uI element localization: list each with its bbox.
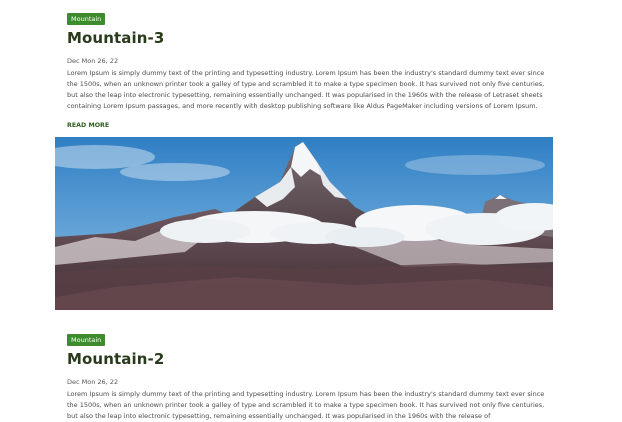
post-date: Dec Mon 26, 22 (67, 378, 119, 386)
post-title[interactable]: Mountain-3 (67, 28, 547, 48)
post-featured-image[interactable] (55, 137, 553, 310)
blog-post-mountain-2: Mountain Mountain-2 Dec Mon 26, 22 Lorem… (67, 327, 547, 422)
post-date: Dec Mon 26, 22 (67, 57, 119, 65)
blog-post-mountain-3: Mountain Mountain-3 Dec Mon 26, 22 Lorem… (67, 6, 547, 131)
post-excerpt: Lorem Ipsum is simply dummy text of the … (67, 390, 545, 420)
category-tag[interactable]: Mountain (67, 13, 106, 25)
read-more-link[interactable]: READ MORE (67, 122, 109, 130)
post-title[interactable]: Mountain-2 (67, 349, 547, 369)
post-excerpt: Lorem Ipsum is simply dummy text of the … (67, 69, 545, 110)
category-tag[interactable]: Mountain (67, 334, 106, 346)
